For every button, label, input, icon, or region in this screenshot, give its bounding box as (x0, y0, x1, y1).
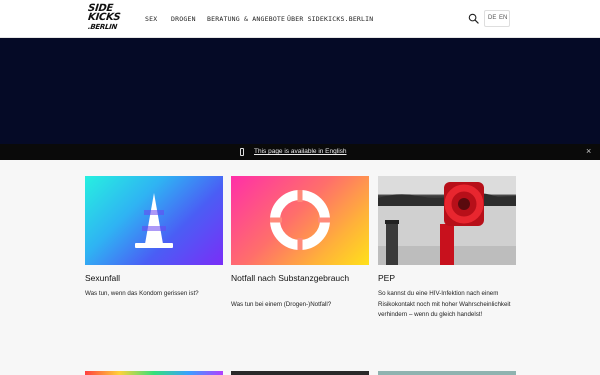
english-page-link[interactable]: This page is available in English (254, 148, 347, 155)
card-description: Was tun, wenn das Kondom gerissen ist? (85, 290, 199, 297)
card-title: Notfall nach Substanzgebrauch (231, 273, 350, 283)
card-description: So kannst du eine HIV-Infektion nach ein… (378, 290, 511, 318)
language-notice-bar: This page is available in English × (0, 144, 600, 160)
traffic-cone-icon (135, 193, 173, 248)
logo-line-3: .BERLIN (87, 23, 118, 31)
card-title: Sexunfall (85, 273, 120, 283)
hero-banner (0, 38, 600, 144)
nav-item-sex[interactable]: SEX (145, 15, 157, 23)
nav-item-ueber[interactable]: ÜBER SIDEKICKS.BERLIN (287, 15, 373, 23)
lifebuoy-photo (378, 176, 516, 265)
card-title: PEP (378, 273, 396, 283)
next-card-image[interactable] (378, 371, 516, 375)
lang-de[interactable]: DE (488, 15, 496, 21)
card-description: Was tun bei einem (Drogen-)Notfall? (231, 301, 332, 308)
search-icon[interactable] (468, 13, 479, 24)
lang-en[interactable]: EN (499, 15, 507, 21)
language-switcher: DE EN (484, 10, 510, 27)
logo-line-2: KICKS (87, 12, 121, 23)
close-icon[interactable]: × (586, 146, 591, 156)
lifebuoy-icon (270, 190, 330, 250)
card-image (378, 176, 516, 265)
nav-item-drogen[interactable]: DROGEN (171, 15, 196, 23)
sidekicks-logo[interactable]: SIDE KICKS .BERLIN (87, 3, 128, 34)
card-image (231, 176, 369, 265)
card-image (85, 176, 223, 265)
nav-item-beratung[interactable]: BERATUNG & ANGEBOTE (207, 15, 285, 23)
site-header: SIDE KICKS .BERLIN SEX DROGEN BERATUNG &… (0, 0, 600, 38)
next-card-image[interactable] (85, 371, 223, 375)
next-card-image[interactable] (231, 371, 369, 375)
phone-icon (240, 148, 244, 156)
